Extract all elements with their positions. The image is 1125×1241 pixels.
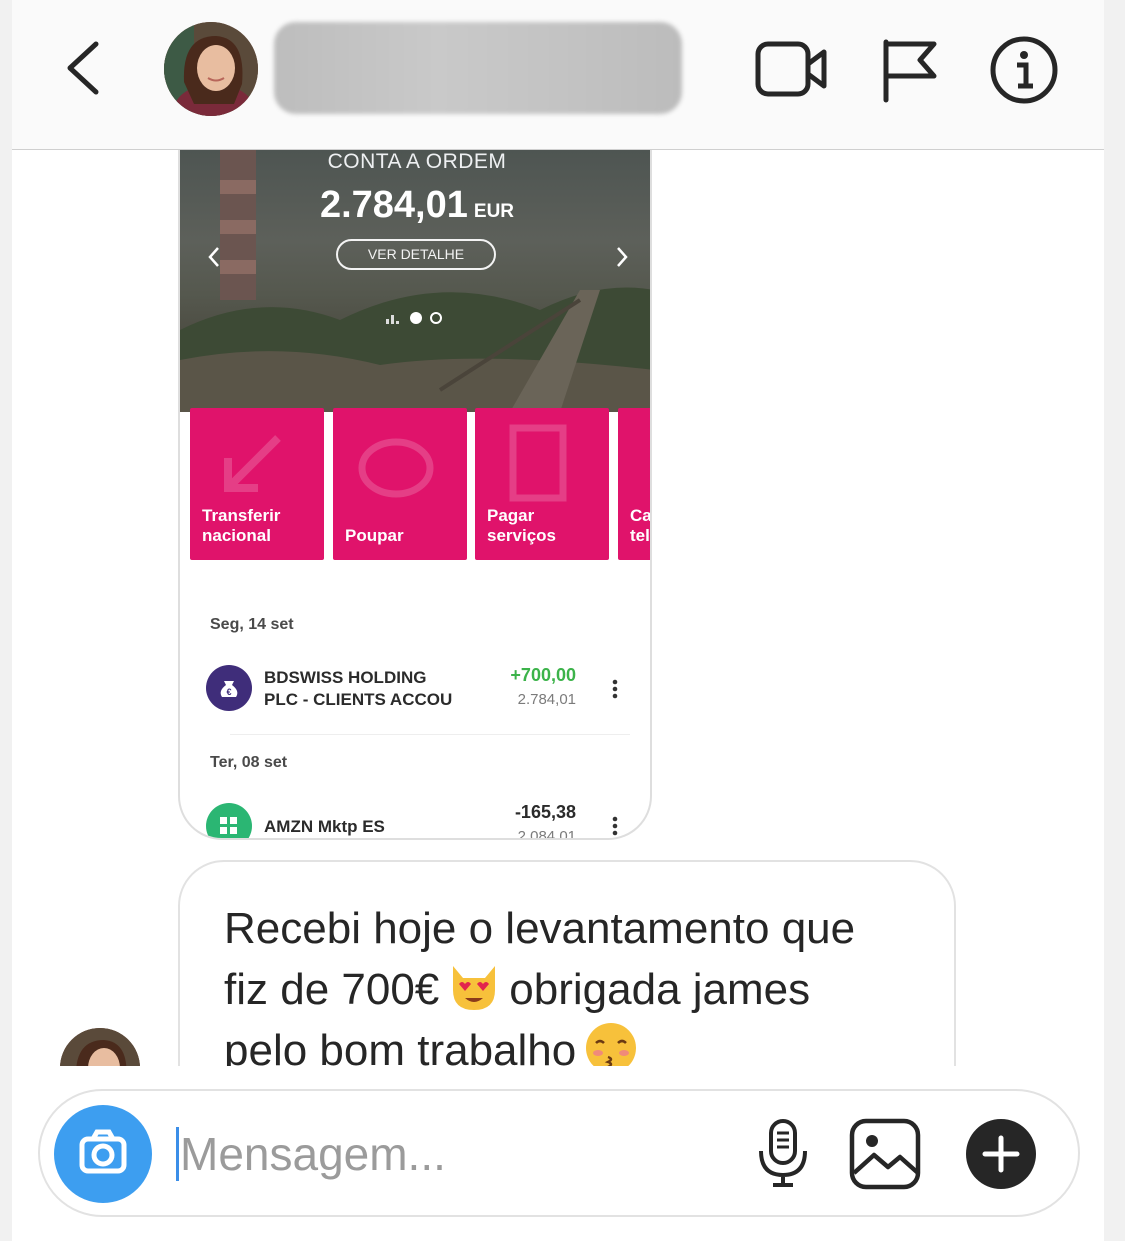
more-options-icon[interactable]: [608, 677, 622, 703]
transaction-balance: 2.784,01: [517, 691, 576, 708]
tile-transfer[interactable]: Transferir nacional: [190, 408, 324, 560]
money-bag-icon: €: [206, 665, 252, 711]
transaction-name: AMZN Mktp ES: [264, 817, 385, 836]
tile-label: Transferir nacional: [202, 506, 281, 545]
contact-name-blurred: [274, 22, 682, 114]
bar-chart-icon: [386, 315, 399, 324]
transaction-amount: +700,00: [510, 665, 576, 685]
voice-message-button[interactable]: [746, 1117, 820, 1191]
message-text: Recebi hoje o levantamento que fiz de 70…: [224, 904, 856, 1075]
divider: [230, 734, 630, 735]
video-call-button[interactable]: [754, 34, 828, 108]
video-camera-icon: [755, 41, 827, 97]
tile-save[interactable]: Poupar: [333, 408, 467, 560]
document-icon: [509, 424, 567, 502]
tile-label: Ca tel: [630, 506, 652, 545]
more-actions-button[interactable]: [964, 1117, 1038, 1191]
account-balance: 2.784,01 EUR: [180, 184, 650, 227]
transaction-amount: -165,38: [514, 802, 576, 822]
gallery-icon: [849, 1118, 921, 1190]
piggy-bank-icon: [358, 438, 434, 498]
transaction-name: BDSWISS HOLDING PLC - CLIENTS ACCOU: [264, 668, 453, 709]
chevron-left-icon: [67, 41, 99, 95]
avatar-portrait: [164, 22, 258, 116]
tile-label: Pagar serviços: [487, 506, 556, 545]
info-button[interactable]: [988, 34, 1062, 108]
message-composer: [38, 1089, 1080, 1217]
transaction-date: Ter, 08 set: [210, 754, 288, 771]
heart-eyes-cat-emoji: [453, 966, 496, 1010]
carousel-dot-active: [410, 312, 422, 324]
info-icon: [990, 36, 1058, 104]
gallery-button[interactable]: [848, 1117, 922, 1191]
camera-icon: [79, 1129, 127, 1174]
view-detail-button[interactable]: VER DETALHE: [336, 239, 496, 270]
balance-currency: EUR: [473, 201, 515, 222]
balance-value: 2.784,01: [319, 184, 468, 226]
tile-partial[interactable]: Ca tel: [618, 408, 652, 560]
carousel-dot: [430, 312, 442, 324]
back-button[interactable]: [60, 36, 110, 100]
tile-label: Poupar: [345, 526, 404, 545]
camera-button[interactable]: [54, 1105, 152, 1203]
message-input[interactable]: [180, 1117, 700, 1191]
text-caret: [176, 1127, 179, 1181]
report-button[interactable]: [872, 34, 946, 108]
transfer-icon: [224, 435, 281, 492]
transaction-balance: 2.084,01: [517, 828, 576, 840]
quick-actions: Transferir nacional Poupar Pagar serviço…: [190, 408, 652, 560]
chevron-right-icon[interactable]: [610, 244, 634, 270]
shopping-grid-icon: [206, 803, 252, 838]
svg-text:€: €: [226, 687, 231, 697]
account-title: CONTA A ORDEM: [327, 150, 507, 173]
plus-icon: [966, 1119, 1036, 1189]
account-hero: CONTA A ORDEM 2.784,01 EUR VER DETALHE: [180, 150, 650, 412]
chat-header: [12, 0, 1104, 150]
chat-screen: CONTA A ORDEM 2.784,01 EUR VER DETALHE Tr…: [12, 0, 1104, 1241]
shared-image-message[interactable]: CONTA A ORDEM 2.784,01 EUR VER DETALHE Tr…: [178, 150, 652, 840]
microphone-icon: [759, 1119, 807, 1187]
flag-icon: [883, 39, 937, 103]
contact-avatar[interactable]: [164, 22, 258, 116]
carousel-indicator: [386, 311, 442, 325]
chevron-left-icon[interactable]: [202, 244, 226, 270]
transaction-date: Seg, 14 set: [210, 616, 294, 633]
more-options-icon[interactable]: [608, 814, 622, 840]
tile-pay-services[interactable]: Pagar serviços: [475, 408, 609, 560]
